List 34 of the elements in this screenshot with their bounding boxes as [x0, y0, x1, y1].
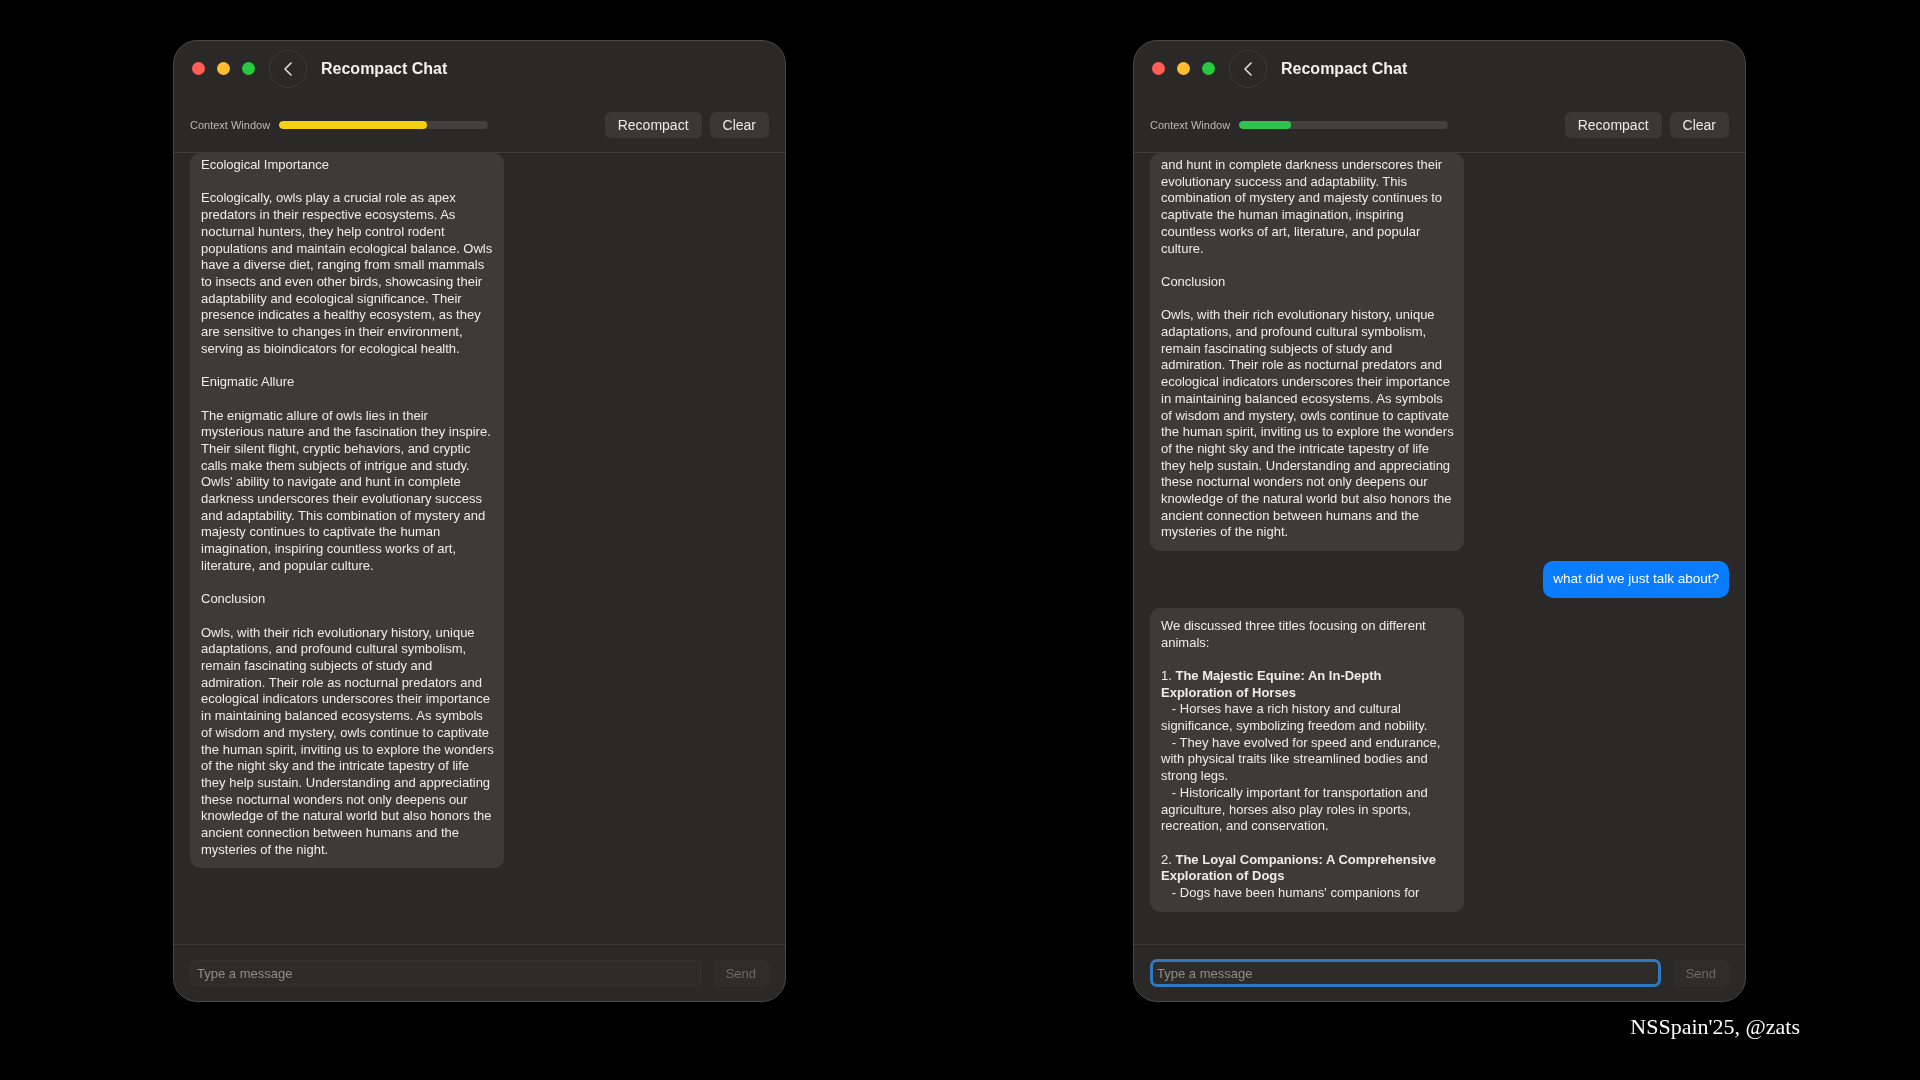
message-text: and hunt in complete darkness underscores their evolutionary success and adaptability. This combination of mystery and majesty continues to captivate the human imagination, inspiring countless works of art, literature, and popular culture.: [1161, 157, 1444, 258]
context-label: Context Window: [190, 118, 271, 131]
message-text: The enigmatic allure of owls lies in their mysterious nature and the fascination they inspire. Their silent flight, cryptic behaviors, and cryptic calls make them subjects of intrigue and study. Owls' ability to navigate and hunt in complete darkness underscores their evolutionary success and adaptability. This combination of mystery and majesty continues to captivate the human imagination, inspiring countless works of art, literature, and popular culture.: [201, 407, 492, 575]
chevron-left-icon: [284, 61, 292, 76]
toolbar-button[interactable]: Recompact: [604, 111, 702, 138]
message-text: Conclusion: [1161, 273, 1227, 291]
message-text: 2. The Loyal Companions: A Comprehensive Exploration of Dogs - Dogs have been humans' companions for: [1161, 851, 1437, 902]
message-input-field[interactable]: Type a message: [1150, 959, 1661, 987]
message-text: Owls, with their rich evolutionary history, unique adaptations, and profound cultural symbolism, remain fascinating subjects of study and admiration. Their role as nocturnal predators and ecological indicators underscores their importance in maintaining balanced ecosystems. As symbols of wisdom and mystery, owls continue to captivate the human spirit, inviting us to explore the wonders of the night sky and the intricate tapestry of life they help sustain. Understanding and appreciating these nocturnal wonders not only deepens our knowledge of the natural world but also honors the ancient connection between humans and the mysteries of the night.: [1161, 307, 1454, 542]
window-title: Recompact Chat: [1281, 59, 1408, 78]
message-text: Conclusion: [201, 591, 267, 608]
toolbar-button[interactable]: Clear: [1669, 111, 1729, 138]
message-text: Ecological Importance: [201, 157, 330, 174]
close-button[interactable]: [192, 62, 205, 75]
footer-credit: NSSpain'25, @zats: [1630, 1014, 1800, 1040]
back-button[interactable]: [269, 49, 307, 88]
window-title: Recompact Chat: [321, 59, 448, 78]
message-text: what did we just talk about?: [1553, 571, 1719, 588]
minimize-button[interactable]: [1177, 62, 1190, 75]
message-text: We discussed three titles focusing on different animals:: [1161, 617, 1427, 652]
message-text: Owls, with their rich evolutionary history, unique adaptations, and profound cultural symbolism, remain fascinating subjects of study and admiration. Their role as nocturnal predators and ecological indicators underscores their importance in maintaining balanced ecosystems. As symbols of wisdom and mystery, owls continue to captivate the human spirit, inviting us to explore the wonders of the night sky and the intricate tapestry of life they help sustain. Understanding and appreciating these nocturnal wonders not only deepens our knowledge of the natural world but also honors the ancient connection between humans and the mysteries of the night.: [201, 624, 494, 859]
message-input-field[interactable]: Type a message: [190, 960, 701, 986]
zoom-button[interactable]: [1202, 62, 1215, 75]
message-text: 1. The Majestic Equine: An In-Depth Exploration of Horses - Horses have a rich history and cultural significance, symbolizing freedom and nobility. - They have evolved for speed and endurance, with physical traits like streamlined bodies and strong legs. - Historically important for transportation and agriculture, horses also play roles in sports, recreation, and conservation.: [1161, 667, 1442, 835]
minimize-button[interactable]: [217, 62, 230, 75]
close-button[interactable]: [1152, 62, 1165, 75]
back-button[interactable]: [1229, 49, 1267, 88]
toolbar-button[interactable]: Recompact: [1564, 111, 1662, 138]
message-text: Ecologically, owls play a crucial role as apex predators in their respective ecosystems. As nocturnal hunters, they help control rodent populations and maintain ecological balance. Owls have a diverse diet, ranging from small mammals to insects and even other birds, showcasing their adaptability and ecological significance. Their presence indicates a healthy ecosystem, as they are sensitive to changes in their environment, serving as bioindicators for ecological health.: [201, 190, 494, 358]
chevron-left-icon: [1244, 61, 1252, 76]
zoom-button[interactable]: [242, 62, 255, 75]
message-text: Enigmatic Allure: [201, 374, 296, 391]
context-label: Context Window: [1150, 118, 1231, 131]
toolbar-button[interactable]: Clear: [709, 111, 769, 138]
